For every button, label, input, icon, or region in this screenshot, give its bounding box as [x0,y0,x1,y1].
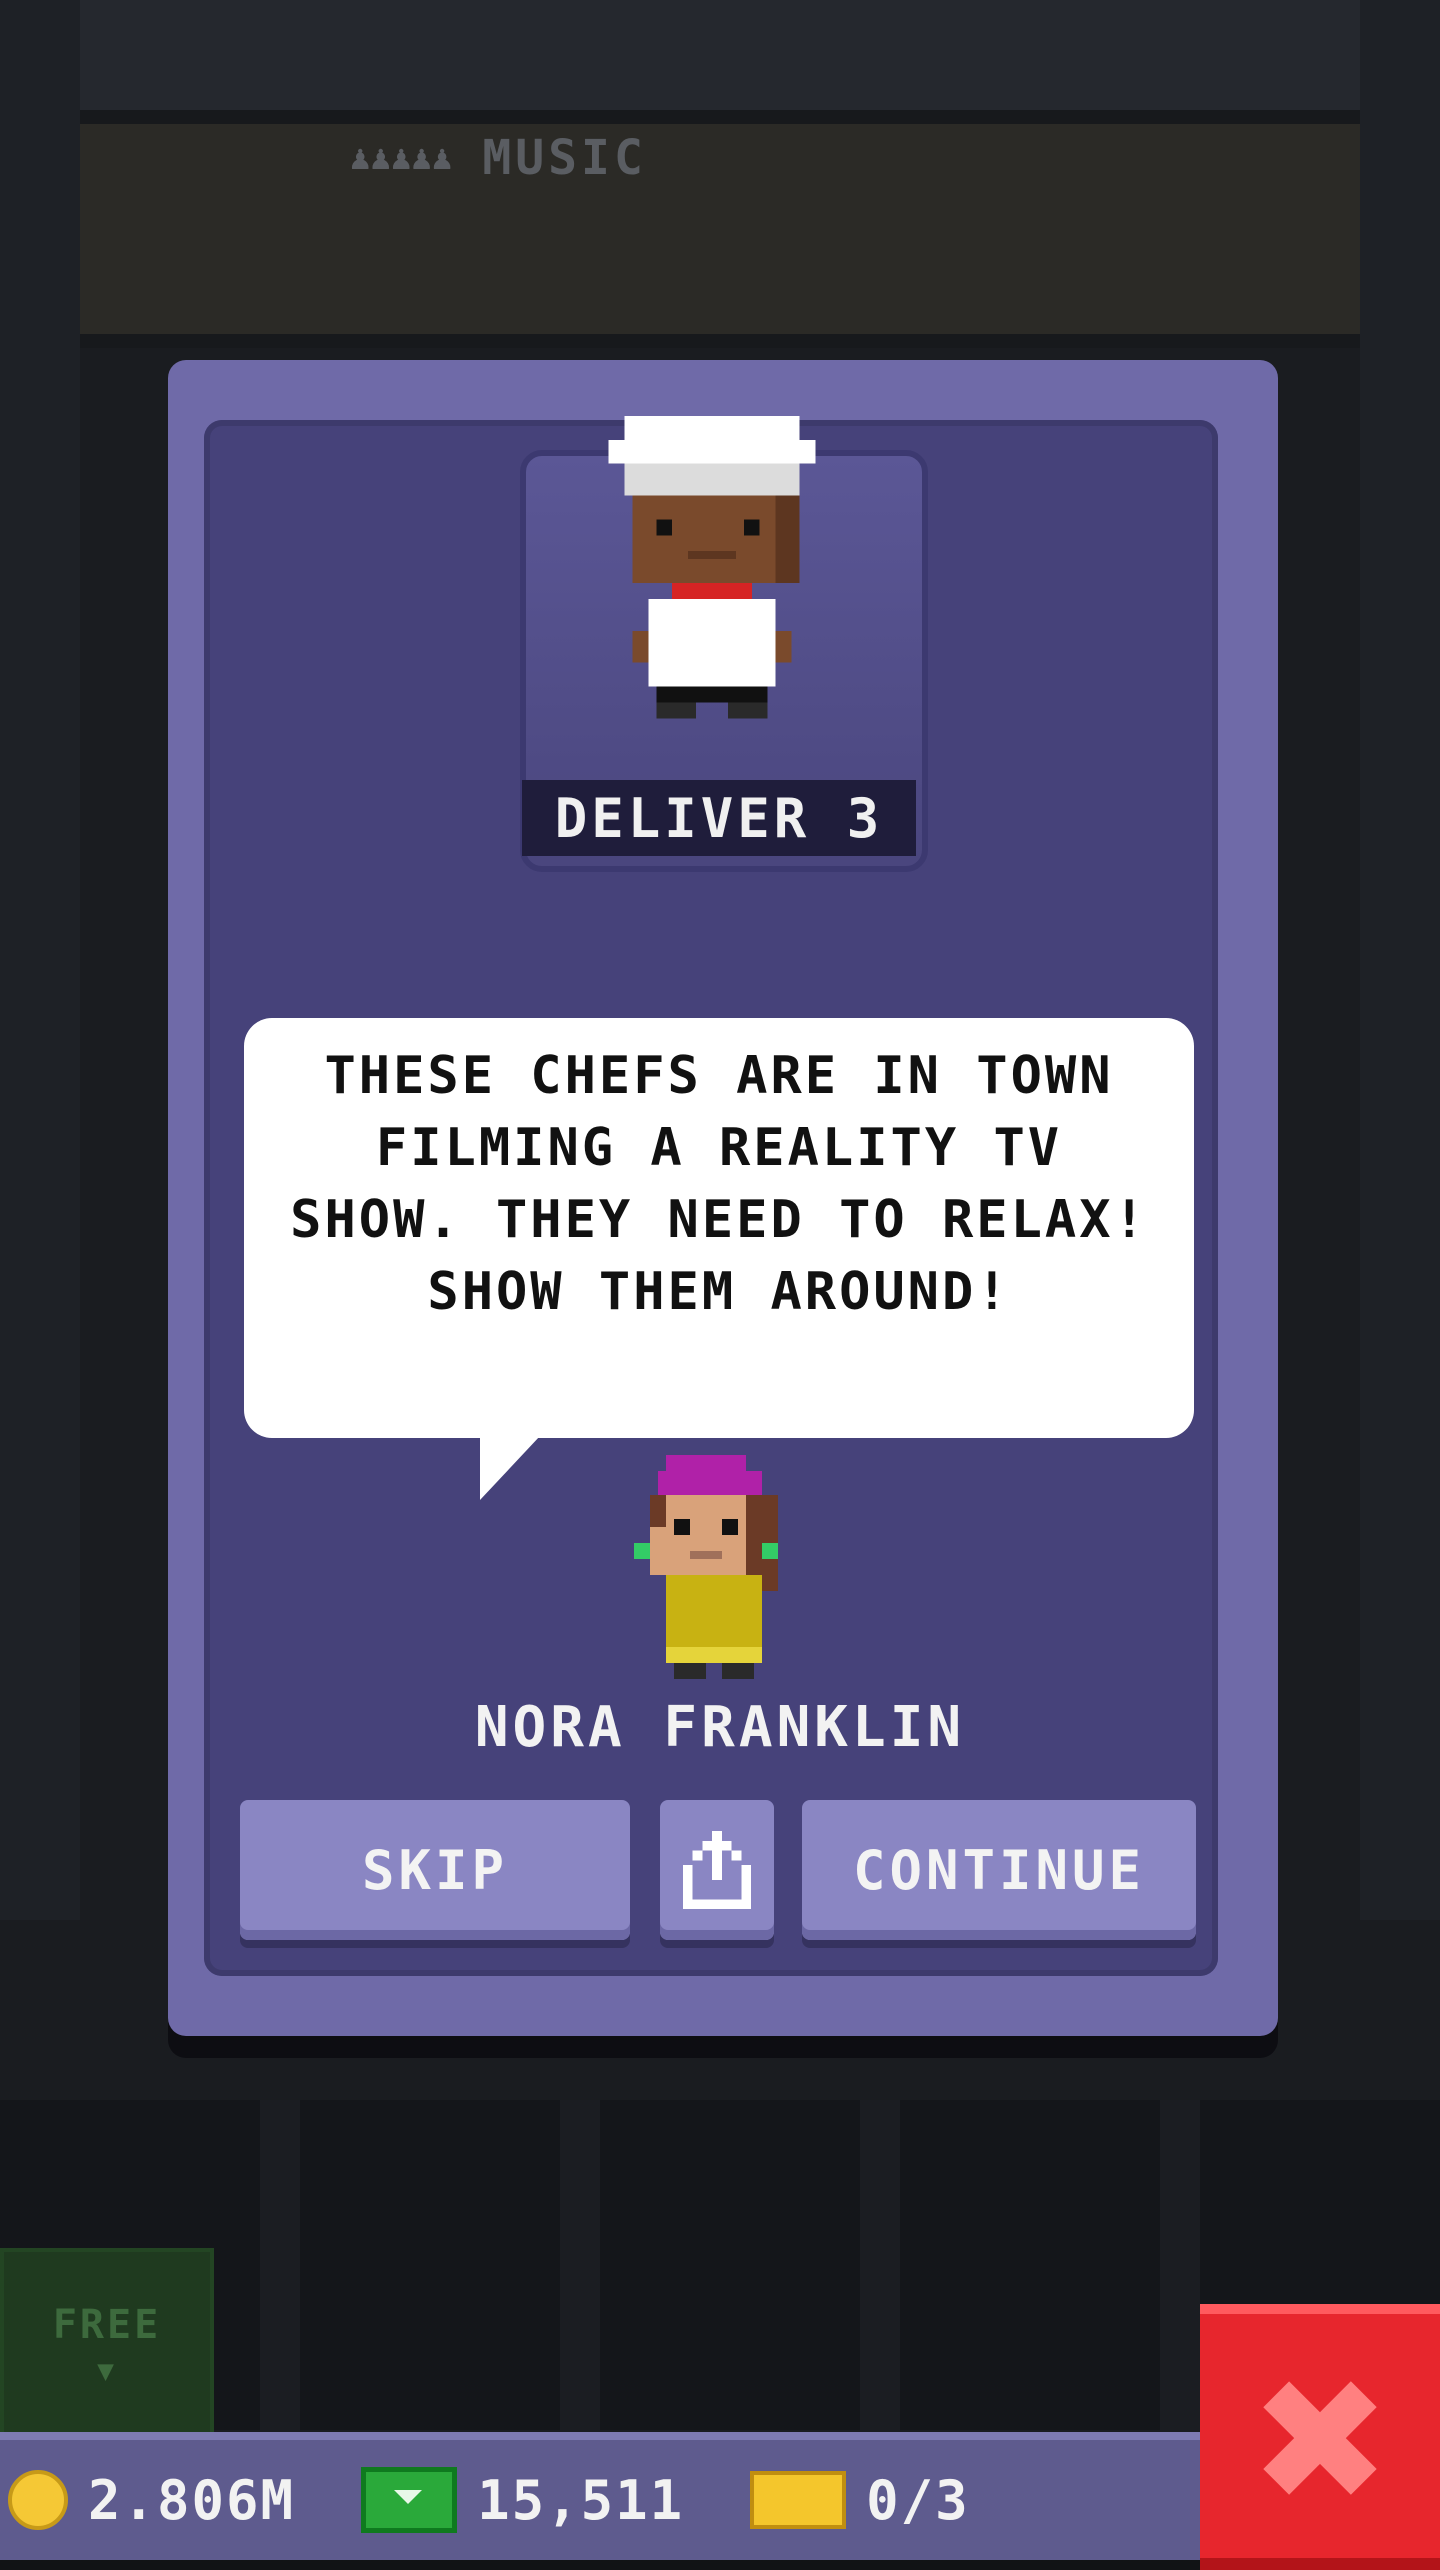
close-icon: ✖ [1248,2343,1392,2541]
lobby-pillar [560,2100,600,2430]
speech-bubble-tail [480,1436,540,1500]
floor-people-icon: ♟♟♟♟♟ [350,138,453,178]
chevron-down-icon: ▼ [97,2354,117,2387]
tower-floor-top [80,0,1360,124]
free-label: FREE [52,2302,162,2348]
tower-floor-music [80,124,1360,348]
lobby-pillar [860,2100,900,2430]
deliver-count-label: DELIVER 3 [522,780,916,856]
floor-label-group: ♟♟♟♟♟ MUSIC [350,130,647,186]
elevator-shaft-right [1360,0,1440,1920]
continue-button[interactable]: CONTINUE [802,1800,1196,1940]
lobby-pillar [1160,2100,1200,2430]
share-button[interactable] [660,1800,774,1940]
npc-character-icon [634,1455,778,1679]
cash-count: 15,511 [477,2468,685,2532]
skip-button[interactable]: SKIP [240,1800,630,1940]
share-icon [682,1831,752,1909]
coin-count: 2.806M [88,2468,296,2532]
lobby-pillar [260,2100,300,2430]
elevator-shaft-left [0,0,80,1920]
floor-label: MUSIC [482,130,647,186]
ticket-icon [750,2471,847,2529]
ticket-count: 0/3 [866,2468,970,2532]
chef-character-icon [608,416,816,719]
cash-icon [361,2467,458,2533]
coin-icon [8,2470,68,2530]
continue-button-label: CONTINUE [852,1838,1146,1902]
free-gift-button[interactable]: FREE ▼ [0,2248,214,2441]
close-button[interactable]: ✖ [1200,2304,1440,2570]
status-bar: 2.806M 15,511 0/3 [0,2432,1200,2560]
npc-name: NORA FRANKLIN [474,1695,966,1760]
quest-speech-bubble: THESE CHEFS ARE IN TOWN FILMING A REALIT… [244,1018,1194,1438]
skip-button-label: SKIP [361,1838,509,1902]
